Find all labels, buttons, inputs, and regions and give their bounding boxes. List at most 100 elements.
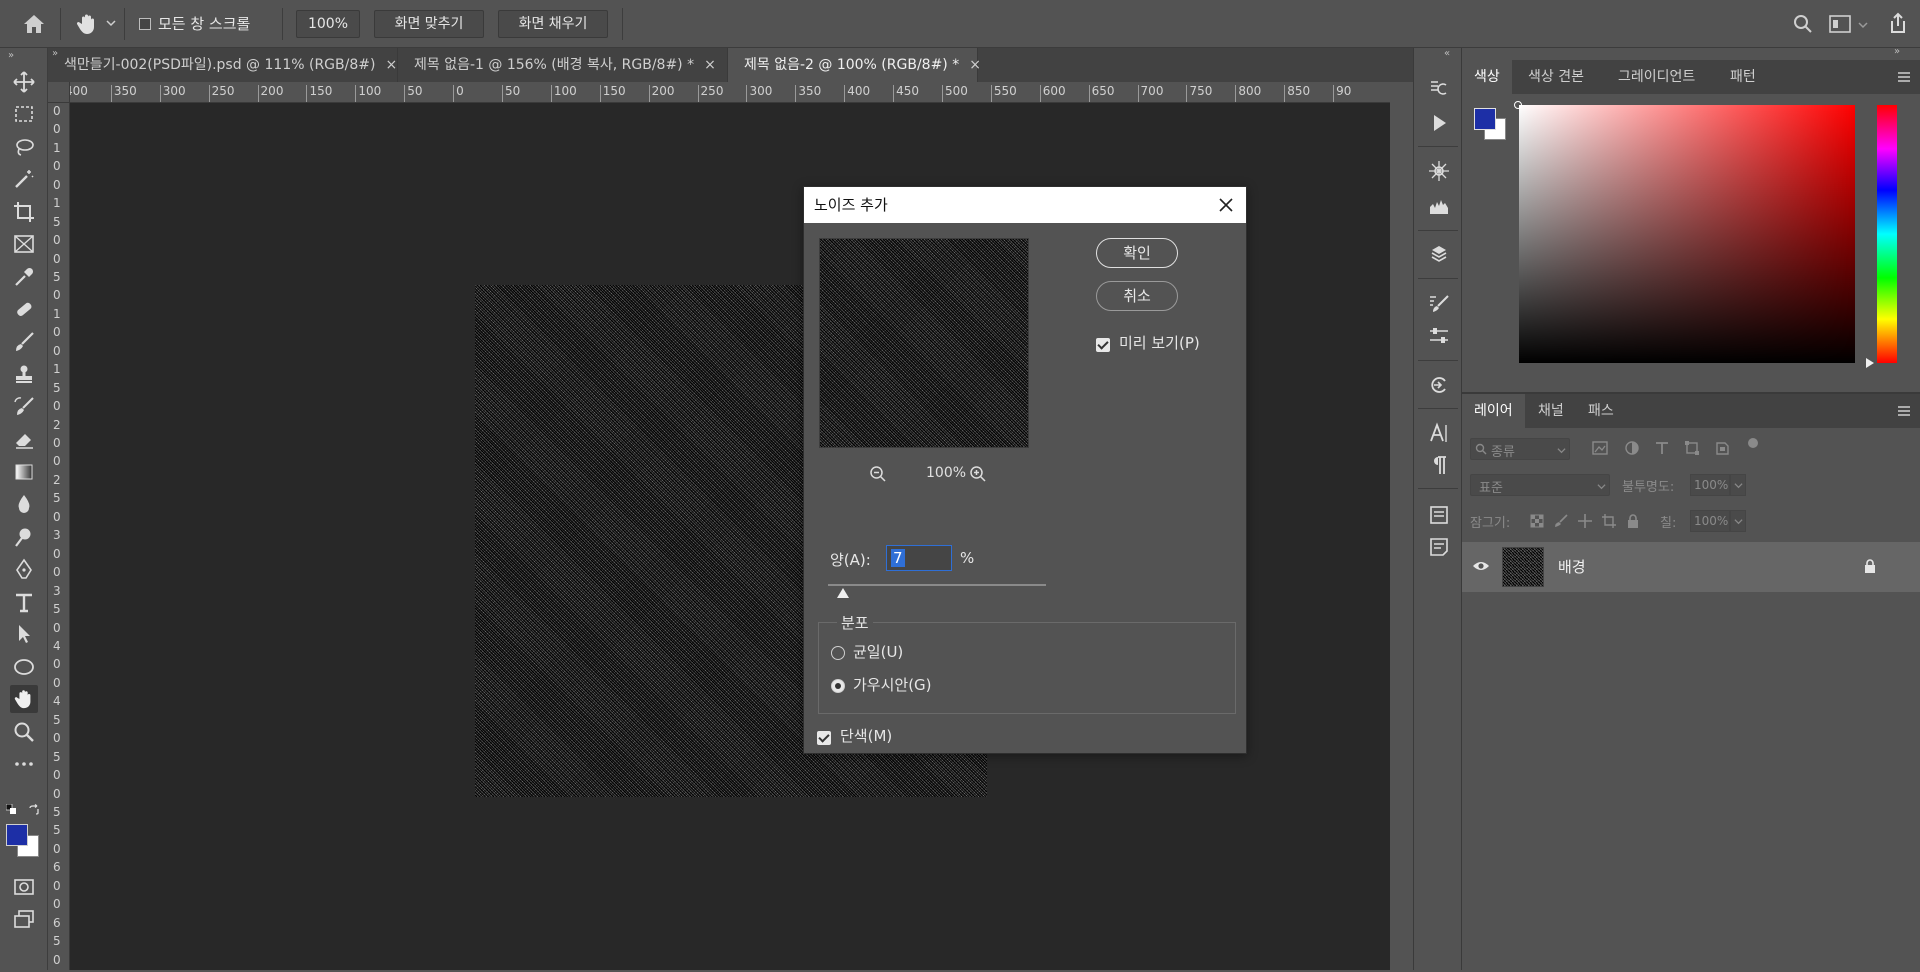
hand-tool-preset-icon[interactable] — [75, 12, 99, 36]
close-icon[interactable] — [1214, 193, 1238, 217]
type-layer-filter-icon[interactable] — [1654, 440, 1670, 456]
close-icon[interactable]: × — [969, 48, 981, 82]
zoom-value-field[interactable]: 100% — [296, 10, 360, 38]
notes-panel-icon[interactable] — [1426, 502, 1452, 528]
history-brush-tool-icon[interactable] — [10, 393, 38, 421]
monochrome-label[interactable]: 단색(M) — [840, 725, 892, 746]
lasso-tool-icon[interactable] — [10, 133, 38, 161]
workspace-chevron-icon[interactable] — [1858, 20, 1868, 30]
tab-color[interactable]: 색상 — [1462, 60, 1512, 94]
adjustment-layer-filter-icon[interactable] — [1624, 440, 1640, 456]
adjustments-panel-icon[interactable] — [1426, 158, 1452, 184]
zoom-tool-icon[interactable] — [10, 718, 38, 746]
ok-button[interactable]: 확인 — [1096, 238, 1178, 268]
zoom-in-icon[interactable] — [969, 465, 987, 483]
smart-object-filter-icon[interactable] — [1714, 440, 1730, 456]
pixel-layer-filter-icon[interactable] — [1592, 440, 1608, 456]
brush-settings-panel-icon[interactable] — [1426, 291, 1452, 317]
brush-tool-icon[interactable] — [10, 328, 38, 356]
eye-icon[interactable] — [1472, 559, 1490, 573]
foreground-color-swatch[interactable] — [6, 824, 28, 846]
lock-position-icon[interactable] — [1578, 514, 1592, 528]
history-panel-icon[interactable] — [1426, 76, 1452, 102]
close-icon[interactable]: × — [704, 48, 716, 82]
share-icon[interactable] — [1887, 12, 1909, 34]
hue-slider[interactable] — [1877, 105, 1897, 363]
more-tools-icon[interactable] — [10, 750, 38, 778]
home-icon[interactable] — [22, 13, 46, 35]
lock-all-icon[interactable] — [1626, 514, 1640, 528]
crop-tool-icon[interactable] — [10, 198, 38, 226]
default-colors-icon[interactable] — [6, 804, 16, 814]
actions-panel-icon[interactable] — [1426, 110, 1452, 136]
eraser-tool-icon[interactable] — [10, 425, 38, 453]
tab-paths[interactable]: 패스 — [1576, 394, 1626, 428]
close-icon[interactable]: × — [385, 48, 397, 82]
ellipse-tool-icon[interactable] — [10, 653, 38, 681]
tab-swatches[interactable]: 색상 견본 — [1516, 60, 1596, 94]
screen-mode-icon[interactable] — [10, 905, 38, 933]
clone-stamp-tool-icon[interactable] — [10, 360, 38, 388]
paragraph-panel-icon[interactable] — [1426, 452, 1452, 478]
tab-patterns[interactable]: 패턴 — [1718, 60, 1768, 94]
preview-label[interactable]: 미리 보기(P) — [1119, 332, 1200, 353]
foreground-color-swatch[interactable] — [1474, 108, 1496, 130]
opacity-input[interactable]: 100% — [1690, 474, 1730, 496]
filter-toggle-icon[interactable] — [1748, 438, 1758, 448]
lock-transparent-pixels-icon[interactable] — [1530, 514, 1544, 528]
panel-menu-icon[interactable] — [1898, 72, 1910, 82]
fill-dropdown[interactable] — [1730, 510, 1746, 532]
path-selection-tool-icon[interactable] — [10, 620, 38, 648]
preview-checkbox[interactable] — [1096, 337, 1110, 353]
layer-row[interactable]: 배경 — [1462, 542, 1920, 592]
blur-tool-icon[interactable] — [10, 490, 38, 518]
filter-preview[interactable] — [819, 238, 1029, 448]
tab-channels[interactable]: 채널 — [1526, 394, 1576, 428]
character-panel-icon[interactable] — [1426, 420, 1452, 446]
amount-slider-thumb[interactable] — [837, 588, 850, 598]
move-tool-icon[interactable] — [10, 68, 38, 96]
layer-name[interactable]: 배경 — [1558, 556, 1586, 577]
opacity-dropdown[interactable] — [1730, 474, 1746, 496]
search-icon[interactable] — [1793, 14, 1813, 34]
monochrome-checkbox[interactable] — [817, 730, 831, 746]
collapse-toolbar-icon[interactable]: » — [8, 50, 14, 61]
amount-slider-track[interactable] — [828, 584, 1046, 586]
eyedropper-tool-icon[interactable] — [10, 263, 38, 291]
frame-tool-icon[interactable] — [10, 230, 38, 258]
cancel-button[interactable]: 취소 — [1096, 281, 1178, 311]
horizontal-ruler[interactable]: 4003503002502001501005005010015020025030… — [70, 82, 1390, 103]
shape-layer-filter-icon[interactable] — [1684, 440, 1700, 456]
layer-filter-select[interactable]: 종류 — [1470, 438, 1570, 460]
lock-artboard-icon[interactable] — [1602, 514, 1616, 528]
fill-screen-button[interactable]: 화면 채우기 — [498, 10, 608, 38]
chevron-down-icon[interactable] — [106, 18, 116, 28]
tab-document-2[interactable]: 제목 없음-1 @ 156% (배경 복사, RGB/8#) * × — [398, 48, 728, 82]
type-tool-icon[interactable] — [10, 588, 38, 616]
tab-gradients[interactable]: 그레이디언트 — [1606, 60, 1707, 94]
hand-tool-icon[interactable] — [10, 685, 38, 713]
collapse-panels-right-icon[interactable]: » — [1894, 46, 1900, 57]
pen-tool-icon[interactable] — [10, 555, 38, 583]
gaussian-radio[interactable] — [831, 678, 845, 694]
histogram-panel-icon[interactable] — [1426, 193, 1452, 219]
magic-wand-tool-icon[interactable] — [10, 165, 38, 193]
workspace-icon[interactable] — [1829, 15, 1851, 33]
swap-colors-icon[interactable] — [28, 804, 40, 816]
fill-input[interactable]: 100% — [1690, 510, 1730, 532]
lock-image-pixels-icon[interactable] — [1554, 514, 1568, 528]
uniform-label[interactable]: 균일(U) — [853, 641, 903, 662]
panel-menu-icon[interactable] — [1898, 406, 1910, 416]
marquee-tool-icon[interactable] — [10, 100, 38, 128]
quick-mask-icon[interactable] — [10, 873, 38, 901]
amount-input[interactable]: 7 — [886, 545, 952, 571]
uniform-radio[interactable] — [831, 645, 845, 661]
gaussian-label[interactable]: 가우시안(G) — [853, 674, 932, 695]
properties-panel-icon[interactable] — [1426, 323, 1452, 349]
color-field[interactable] — [1519, 105, 1855, 363]
blend-mode-select[interactable]: 표준 — [1470, 474, 1610, 496]
libraries-panel-icon[interactable] — [1426, 242, 1452, 268]
scroll-all-windows-checkbox[interactable] — [139, 18, 151, 30]
dodge-tool-icon[interactable] — [10, 523, 38, 551]
glyphs-panel-icon[interactable] — [1426, 372, 1452, 398]
